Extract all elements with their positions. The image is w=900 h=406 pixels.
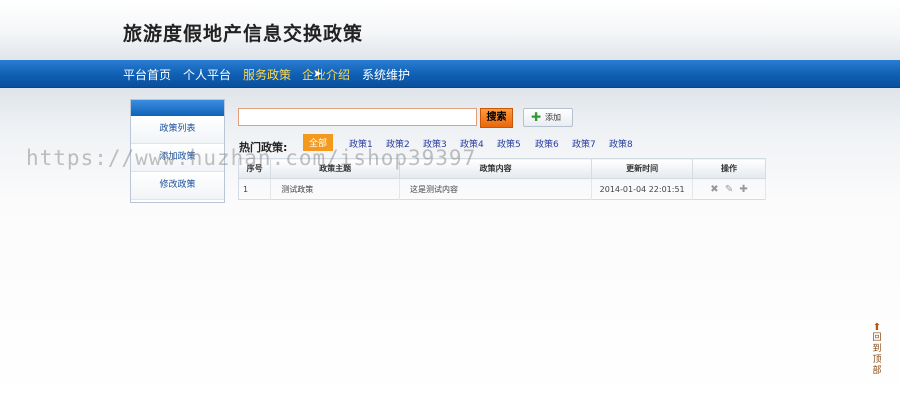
main-nav: 平台首页 个人平台 服务政策 企业介绍 系统维护 <box>0 60 900 88</box>
mouse-cursor-icon: ➤ <box>313 67 323 80</box>
hot-tag[interactable]: 政策7 <box>572 137 596 150</box>
plus-icon: ✚ <box>531 110 542 124</box>
back-to-top-button[interactable]: ⬆ 回 到 顶 部 <box>870 322 884 377</box>
table-row: 1 测试政策 这是测试内容 2014-01-04 22:01:51 ✖ ✎ ✚ <box>238 178 766 200</box>
cell-id: 1 <box>238 178 272 200</box>
edit-icon[interactable]: ✎ <box>723 184 735 195</box>
cell-time: 2014-01-04 22:01:51 <box>591 178 694 200</box>
add-button-label: 添加 <box>545 113 561 122</box>
hot-tag[interactable]: 政策6 <box>535 137 559 150</box>
hot-policy-label: 热门政策: <box>239 141 288 154</box>
add-button[interactable]: ✚ 添加 <box>523 108 573 127</box>
search-button[interactable]: 搜索 <box>480 108 513 128</box>
back-to-top-char: 回 <box>872 333 882 343</box>
column-header-content: 政策内容 <box>399 158 593 179</box>
table-header-row: 序号 政策主题 政策内容 更新时间 操作 <box>238 158 766 179</box>
back-to-top-char: 顶 <box>872 355 882 365</box>
back-to-top-char: 部 <box>872 366 882 376</box>
hot-tag[interactable]: 政策1 <box>349 137 373 150</box>
arrow-up-icon: ⬆ <box>872 322 882 333</box>
hot-tag[interactable]: 政策8 <box>609 137 633 150</box>
cell-actions: ✖ ✎ ✚ <box>692 178 766 200</box>
nav-item-policy[interactable]: 服务政策 <box>243 66 291 83</box>
sidebar-item-policy-list[interactable]: 政策列表 <box>131 116 224 144</box>
column-header-actions: 操作 <box>692 158 766 179</box>
nav-item-home[interactable]: 平台首页 <box>123 66 171 83</box>
site-title: 旅游度假地产信息交换政策 <box>123 23 364 45</box>
hot-tag[interactable]: 政策3 <box>423 137 447 150</box>
add-icon[interactable]: ✚ <box>738 184 750 195</box>
nav-item-personal[interactable]: 个人平台 <box>183 66 231 83</box>
hot-tag-all[interactable]: 全部 <box>303 134 334 151</box>
hot-tag[interactable]: 政策5 <box>497 137 521 150</box>
sidebar-item-edit-policy[interactable]: 修改政策 <box>131 172 224 200</box>
sidebar: 政策列表 添加政策 修改政策 <box>130 99 225 203</box>
sidebar-item-add-policy[interactable]: 添加政策 <box>131 144 224 172</box>
column-header-id: 序号 <box>238 158 272 179</box>
nav-item-company[interactable]: 企业介绍 <box>302 66 350 83</box>
column-header-topic: 政策主题 <box>270 158 401 179</box>
column-header-time: 更新时间 <box>591 158 694 179</box>
search-input[interactable] <box>238 108 477 126</box>
cell-content: 这是测试内容 <box>399 178 593 200</box>
cell-topic: 测试政策 <box>270 178 401 200</box>
back-to-top-char: 到 <box>872 344 882 354</box>
page-header: 旅游度假地产信息交换政策 <box>0 0 900 60</box>
hot-tag[interactable]: 政策2 <box>386 137 410 150</box>
policy-table: 序号 政策主题 政策内容 更新时间 操作 1 测试政策 这是测试内容 2014-… <box>238 158 766 200</box>
delete-icon[interactable]: ✖ <box>708 184 720 195</box>
sidebar-header <box>131 100 224 116</box>
nav-item-maintenance[interactable]: 系统维护 <box>362 66 410 83</box>
hot-tag[interactable]: 政策4 <box>460 137 484 150</box>
